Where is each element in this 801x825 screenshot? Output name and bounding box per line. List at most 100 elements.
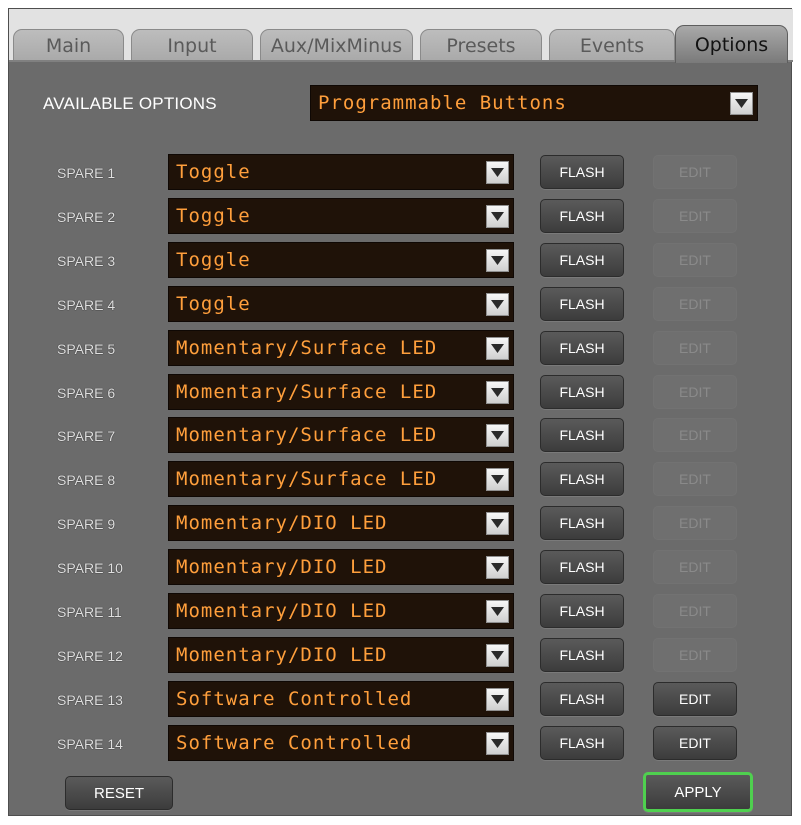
available-options-label: AVAILABLE OPTIONS [43, 94, 217, 113]
tab-options[interactable]: Options [675, 25, 788, 63]
flash-button-label: FLASH [559, 164, 605, 180]
spare-mode-dropdown[interactable]: Momentary/Surface LED [168, 417, 514, 453]
available-options-dropdown[interactable]: Programmable Buttons [310, 85, 758, 121]
tab-aux-mixminus-label: Aux/MixMinus [270, 34, 403, 57]
flash-button[interactable]: FLASH [540, 638, 624, 672]
flash-button[interactable]: FLASH [540, 287, 624, 321]
flash-button[interactable]: FLASH [540, 155, 624, 189]
chevron-down-icon[interactable] [486, 644, 509, 667]
edit-button-label: EDIT [679, 208, 711, 224]
edit-button[interactable]: EDIT [653, 594, 737, 628]
tab-options-label: Options [694, 33, 769, 56]
flash-button-label: FLASH [559, 340, 605, 356]
flash-button-label: FLASH [559, 471, 605, 487]
tab-aux-mixminus[interactable]: Aux/MixMinus [260, 29, 413, 61]
flash-button[interactable]: FLASH [540, 594, 624, 628]
tab-input[interactable]: Input [131, 29, 253, 61]
spare-mode-dropdown[interactable]: Toggle [168, 198, 514, 234]
chevron-down-icon[interactable] [486, 249, 509, 272]
chevron-down-icon[interactable] [486, 688, 509, 711]
chevron-down-icon[interactable] [486, 424, 509, 447]
spare-mode-value: Momentary/Surface LED [176, 337, 438, 359]
spare-mode-dropdown[interactable]: Momentary/DIO LED [168, 505, 514, 541]
spare-label: SPARE 9 [57, 516, 116, 532]
spare-mode-value: Momentary/Surface LED [176, 468, 438, 490]
tab-events[interactable]: Events [549, 29, 675, 61]
spare-mode-dropdown[interactable]: Momentary/Surface LED [168, 374, 514, 410]
flash-button[interactable]: FLASH [540, 462, 624, 496]
spare-mode-value: Software Controlled [176, 732, 413, 754]
edit-button[interactable]: EDIT [653, 331, 737, 365]
edit-button[interactable]: EDIT [653, 418, 737, 452]
tab-main[interactable]: Main [13, 29, 124, 61]
chevron-down-icon[interactable] [486, 205, 509, 228]
tab-bar: Main Input Aux/MixMinus Presets Events O… [9, 9, 793, 63]
spare-mode-dropdown[interactable]: Software Controlled [168, 725, 514, 761]
chevron-down-icon[interactable] [486, 337, 509, 360]
edit-button[interactable]: EDIT [653, 550, 737, 584]
available-options-value: Programmable Buttons [318, 92, 567, 114]
edit-button-label: EDIT [679, 691, 711, 707]
edit-button-label: EDIT [679, 427, 711, 443]
reset-button[interactable]: RESET [65, 776, 173, 810]
flash-button[interactable]: FLASH [540, 243, 624, 277]
spare-mode-dropdown[interactable]: Toggle [168, 242, 514, 278]
spare-mode-dropdown[interactable]: Momentary/Surface LED [168, 461, 514, 497]
edit-button[interactable]: EDIT [653, 375, 737, 409]
spare-mode-dropdown[interactable]: Toggle [168, 154, 514, 190]
spare-label: SPARE 14 [57, 736, 123, 752]
edit-button[interactable]: EDIT [653, 726, 737, 760]
tab-input-label: Input [167, 34, 217, 57]
edit-button-label: EDIT [679, 340, 711, 356]
chevron-down-icon[interactable] [486, 293, 509, 316]
flash-button-label: FLASH [559, 647, 605, 663]
chevron-down-icon[interactable] [486, 161, 509, 184]
edit-button-label: EDIT [679, 603, 711, 619]
flash-button[interactable]: FLASH [540, 375, 624, 409]
flash-button[interactable]: FLASH [540, 726, 624, 760]
spare-mode-dropdown[interactable]: Momentary/DIO LED [168, 593, 514, 629]
chevron-down-icon[interactable] [730, 92, 753, 115]
edit-button[interactable]: EDIT [653, 682, 737, 716]
tab-presets-label: Presets [446, 34, 516, 57]
flash-button[interactable]: FLASH [540, 550, 624, 584]
apply-button-label: APPLY [674, 783, 722, 801]
spare-mode-dropdown[interactable]: Momentary/DIO LED [168, 637, 514, 673]
spare-label: SPARE 3 [57, 253, 116, 269]
spare-label: SPARE 6 [57, 385, 116, 401]
chevron-down-icon[interactable] [486, 512, 509, 535]
edit-button-label: EDIT [679, 515, 711, 531]
flash-button[interactable]: FLASH [540, 199, 624, 233]
edit-button[interactable]: EDIT [653, 462, 737, 496]
tab-main-label: Main [45, 34, 92, 57]
chevron-down-icon[interactable] [486, 732, 509, 755]
spare-label: SPARE 12 [57, 648, 123, 664]
edit-button-label: EDIT [679, 384, 711, 400]
flash-button[interactable]: FLASH [540, 331, 624, 365]
spare-mode-dropdown[interactable]: Momentary/DIO LED [168, 549, 514, 585]
apply-button[interactable]: APPLY [643, 772, 753, 812]
chevron-down-icon[interactable] [486, 468, 509, 491]
spare-mode-value: Momentary/DIO LED [176, 644, 388, 666]
spare-mode-dropdown[interactable]: Software Controlled [168, 681, 514, 717]
flash-button[interactable]: FLASH [540, 418, 624, 452]
flash-button-label: FLASH [559, 691, 605, 707]
tab-presets[interactable]: Presets [420, 29, 542, 61]
edit-button-label: EDIT [679, 559, 711, 575]
chevron-down-icon[interactable] [486, 600, 509, 623]
edit-button[interactable]: EDIT [653, 506, 737, 540]
flash-button[interactable]: FLASH [540, 682, 624, 716]
spare-mode-dropdown[interactable]: Toggle [168, 286, 514, 322]
spare-mode-dropdown[interactable]: Momentary/Surface LED [168, 330, 514, 366]
edit-button[interactable]: EDIT [653, 243, 737, 277]
edit-button[interactable]: EDIT [653, 287, 737, 321]
spare-mode-value: Momentary/DIO LED [176, 600, 388, 622]
chevron-down-icon[interactable] [486, 381, 509, 404]
edit-button[interactable]: EDIT [653, 199, 737, 233]
edit-button-label: EDIT [679, 647, 711, 663]
edit-button[interactable]: EDIT [653, 155, 737, 189]
flash-button[interactable]: FLASH [540, 506, 624, 540]
edit-button[interactable]: EDIT [653, 638, 737, 672]
spare-label: SPARE 11 [57, 604, 122, 620]
chevron-down-icon[interactable] [486, 556, 509, 579]
